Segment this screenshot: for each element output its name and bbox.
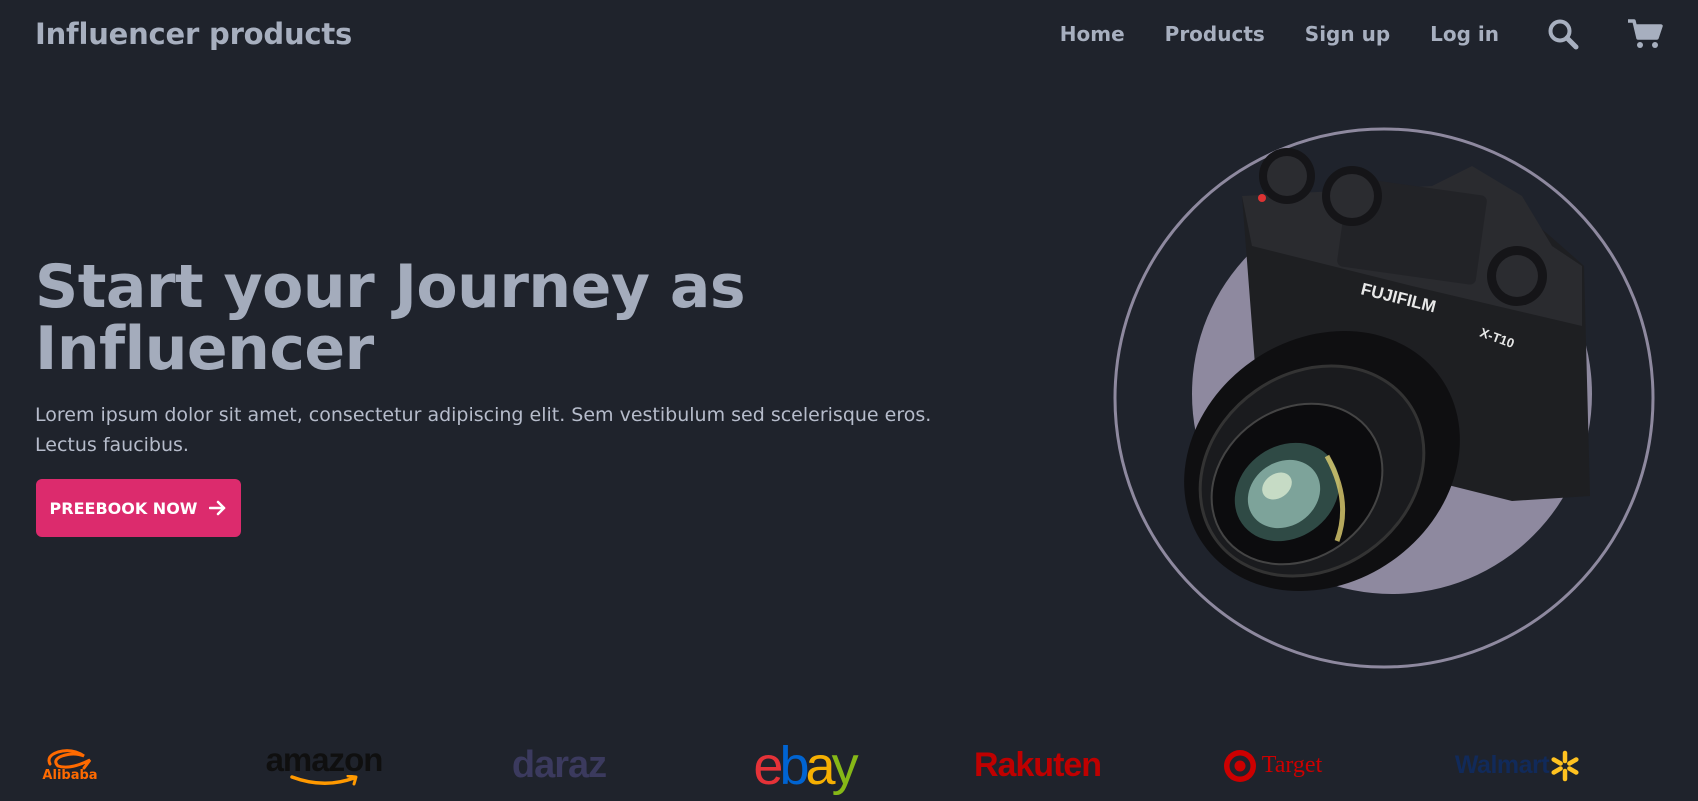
amazon-logo-text: amazon [265,740,384,778]
nav-sign-up[interactable]: Sign up [1305,22,1390,46]
nav-log-in[interactable]: Log in [1430,22,1499,46]
alibaba-logo-text: Alibaba [42,768,98,783]
rakuten-logo-text: Rakuten [973,746,1102,784]
nav-products[interactable]: Products [1165,22,1265,46]
hero-title: Start your Journey as Influencer [35,256,995,380]
daraz-logo-text: daraz [511,744,607,786]
navbar: Influencer products Home Products Sign u… [0,0,1698,76]
hero-title-line-2: Influencer [35,314,374,384]
ebay-logo[interactable]: ebay [740,730,868,801]
nav-links: Home Products Sign up Log in [1020,18,1663,50]
hero-title-line-1: Start your Journey as [35,252,746,322]
cart-icon[interactable] [1627,18,1663,50]
rakuten-logo[interactable]: Rakuten [973,730,1102,801]
daraz-logo[interactable]: daraz [505,730,613,801]
target-bullseye-icon [1223,749,1256,782]
hero-product-image: FUJIFILM X-T10 [1112,126,1656,670]
walmart-logo[interactable]: Walmart [1448,730,1588,801]
brand-logo-text[interactable]: Influencer products [35,17,352,51]
nav-home[interactable]: Home [1060,22,1125,46]
amazon-logo[interactable]: amazon [265,730,384,801]
search-icon[interactable] [1547,18,1579,50]
ebay-logo-text: ebay [753,735,858,796]
target-logo-text: Target [1261,752,1323,778]
alibaba-logo[interactable]: Alibaba [34,730,106,801]
amazon-smile-icon [290,774,358,785]
walmart-logo-text: Walmart [1454,751,1550,779]
walmart-spark-icon [1551,750,1579,781]
prebook-now-button[interactable]: PREEBOOK NOW [36,479,241,537]
cta-label: PREEBOOK NOW [49,498,198,518]
target-logo[interactable]: Target [1218,730,1326,801]
hero-section: Start your Journey as Influencer Lorem i… [35,256,995,460]
partner-logos: Alibaba amazon daraz ebay Rakuten Target… [0,730,1698,801]
arrow-right-icon [209,500,227,516]
alibaba-mark-icon [47,749,92,770]
hero-description: Lorem ipsum dolor sit amet, consectetur … [35,404,932,456]
